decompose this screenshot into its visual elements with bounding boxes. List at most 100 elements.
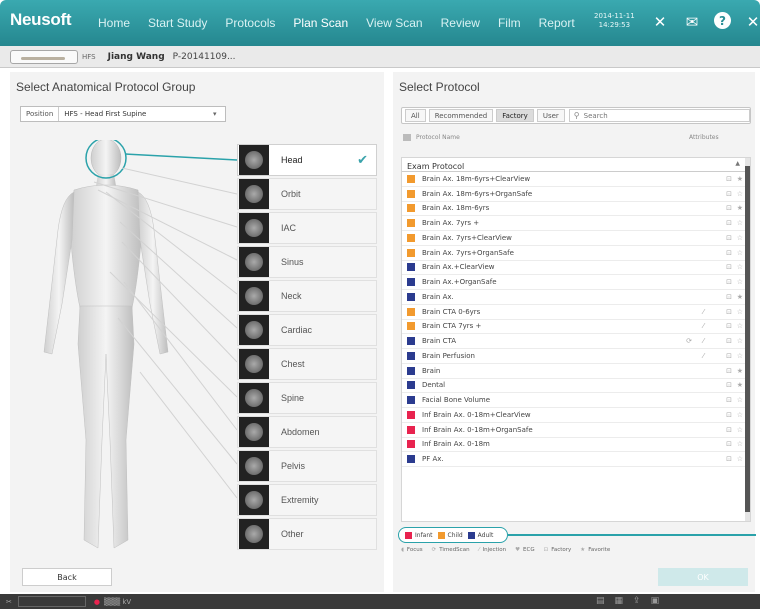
mail-icon[interactable]: ✉ xyxy=(682,12,702,32)
nav-protocols[interactable]: Protocols xyxy=(225,16,275,30)
favorite-star-icon[interactable]: ★ xyxy=(737,367,743,375)
favorite-star-icon[interactable]: ★ xyxy=(737,175,743,183)
protocol-row[interactable]: Inf Brain Ax. 0-18m ⊡ ☆ xyxy=(402,438,750,453)
protocol-row[interactable]: Inf Brain Ax. 0-18m+OrganSafe ⊡ ☆ xyxy=(402,423,750,438)
close-icon[interactable]: ✕ xyxy=(743,12,760,32)
favorite-star-icon[interactable]: ☆ xyxy=(737,337,743,345)
favorite-star-icon[interactable]: ☆ xyxy=(737,263,743,271)
protocol-row[interactable]: Facial Bone Volume ⊡ ☆ xyxy=(402,393,750,408)
favorite-star-icon[interactable]: ☆ xyxy=(737,308,743,316)
region-cardiac[interactable]: Cardiac xyxy=(237,314,377,346)
upload-icon[interactable]: ⇪ xyxy=(633,596,641,606)
protocol-row[interactable]: Brain CTA 0-6yrs ⁄ ⊡ ☆ xyxy=(402,305,750,320)
region-extremity[interactable]: Extremity xyxy=(237,484,377,516)
col-protocol-name: Protocol Name xyxy=(416,133,460,141)
protocol-row[interactable]: Inf Brain Ax. 0-18m+ClearView ⊡ ☆ xyxy=(402,408,750,423)
back-button[interactable]: Back xyxy=(22,568,112,586)
nav-report[interactable]: Report xyxy=(539,16,575,30)
favorite-star-icon[interactable]: ☆ xyxy=(737,322,743,330)
nav-start-study[interactable]: Start Study xyxy=(148,16,207,30)
favorite-star-icon[interactable]: ★ xyxy=(737,381,743,389)
nav-film[interactable]: Film xyxy=(498,16,521,30)
protocol-name: Brain Ax. 7yrs+ClearView xyxy=(422,233,512,242)
legend-swatch xyxy=(467,531,475,539)
protocol-row[interactable]: Brain Perfusion ⁄ ⊡ ☆ xyxy=(402,349,750,364)
scrollbar-thumb[interactable] xyxy=(745,166,750,512)
nav-review[interactable]: Review xyxy=(441,16,480,30)
date-text: 2014-11-11 xyxy=(594,12,635,20)
ecg-icon: ♥ xyxy=(515,547,521,553)
region-sinus[interactable]: Sinus xyxy=(237,246,377,278)
status-dropdown[interactable] xyxy=(17,596,86,607)
filter-tab-user[interactable]: User xyxy=(536,109,565,122)
region-pelvis[interactable]: Pelvis xyxy=(237,450,377,482)
protocol-row[interactable]: Brain Ax. 7yrs + ⊡ ☆ xyxy=(402,216,750,231)
patient-couch-icon[interactable] xyxy=(10,49,78,64)
favorite-star-icon[interactable]: ☆ xyxy=(737,190,743,198)
protocol-row[interactable]: PF Ax. ⊡ ☆ xyxy=(402,452,750,467)
ok-button[interactable]: OK xyxy=(658,568,748,586)
region-other[interactable]: Other xyxy=(237,518,377,550)
protocol-row[interactable]: Brain Ax. 7yrs+ClearView ⊡ ☆ xyxy=(402,231,750,246)
wrench-icon[interactable]: ✂ xyxy=(6,598,12,606)
search-box[interactable]: ⚲ xyxy=(568,109,750,122)
favorite-star-icon[interactable]: ☆ xyxy=(737,396,743,404)
region-spine[interactable]: Spine xyxy=(237,382,377,414)
legend-label: Adult xyxy=(477,531,494,539)
protocol-name: PF Ax. xyxy=(422,455,444,464)
region-chest[interactable]: Chest xyxy=(237,348,377,380)
favorite-star-icon[interactable]: ☆ xyxy=(737,278,743,286)
filter-tab-factory[interactable]: Factory xyxy=(496,109,534,122)
save-icon[interactable]: ▦ xyxy=(615,596,624,606)
collapse-icon[interactable]: ▲ xyxy=(735,160,740,167)
filter-tab-all[interactable]: All xyxy=(405,109,426,122)
favorite-star-icon[interactable]: ☆ xyxy=(737,249,743,257)
nav-home[interactable]: Home xyxy=(98,16,130,30)
protocol-group-header[interactable]: Exam Protocol ▲ xyxy=(402,158,750,172)
lock-icon: ⊡ xyxy=(726,248,732,257)
nav-view-scan[interactable]: View Scan xyxy=(366,16,422,30)
region-head[interactable]: Head ✔ xyxy=(237,144,377,176)
favorite-star-icon[interactable]: ☆ xyxy=(737,411,743,419)
search-input[interactable] xyxy=(583,111,744,120)
protocol-row[interactable]: Brain Ax. 18m-6yrs+OrganSafe ⊡ ☆ xyxy=(402,187,750,202)
region-orbit[interactable]: Orbit xyxy=(237,178,377,210)
protocol-row[interactable]: Brain Ax. 18m-6yrs+ClearView ⊡ ★ xyxy=(402,172,750,187)
protocol-row[interactable]: Brain Ax. 7yrs+OrganSafe ⊡ ☆ xyxy=(402,246,750,261)
print-icon[interactable]: ▤ xyxy=(596,596,605,606)
favorite-star-icon[interactable]: ☆ xyxy=(737,352,743,360)
nav-plan-scan[interactable]: Plan Scan xyxy=(293,16,348,30)
protocol-row[interactable]: Brain Ax. 18m-6yrs ⊡ ★ xyxy=(402,202,750,217)
select-all-checkbox[interactable] xyxy=(403,133,411,141)
protocol-row[interactable]: Brain Ax. ⊡ ★ xyxy=(402,290,750,305)
favorite-star-icon[interactable]: ☆ xyxy=(737,234,743,242)
protocol-name: Brain CTA 0-6yrs xyxy=(422,307,481,316)
protocol-name: Facial Bone Volume xyxy=(422,396,491,405)
favorite-star-icon[interactable]: ☆ xyxy=(737,219,743,227)
favorite-star-icon[interactable]: ★ xyxy=(737,204,743,212)
region-label: Cardiac xyxy=(281,325,313,335)
attribute-favorite: ★ Favorite xyxy=(580,547,610,553)
region-neck[interactable]: Neck xyxy=(237,280,377,312)
help-icon[interactable]: ? xyxy=(714,12,731,29)
star-icon: ★ xyxy=(580,547,586,553)
favorite-star-icon[interactable]: ★ xyxy=(737,293,743,301)
protocol-row[interactable]: Brain ⊡ ★ xyxy=(402,364,750,379)
tools-icon[interactable]: ✕ xyxy=(650,12,670,32)
protocol-row[interactable]: Dental ⊡ ★ xyxy=(402,379,750,394)
list-scrollbar[interactable] xyxy=(745,158,750,521)
protocol-row[interactable]: Brain CTA 7yrs + ⁄ ⊡ ☆ xyxy=(402,320,750,335)
protocol-row[interactable]: Brain CTA ⟳ ⁄ ⊡ ☆ xyxy=(402,334,750,349)
protocol-row[interactable]: Brain Ax.+ClearView ⊡ ☆ xyxy=(402,261,750,276)
attribute-label: Favorite xyxy=(588,547,611,553)
favorite-star-icon[interactable]: ☆ xyxy=(737,455,743,463)
region-iac[interactable]: IAC xyxy=(237,212,377,244)
favorite-star-icon[interactable]: ☆ xyxy=(737,426,743,434)
region-abdomen[interactable]: Abdomen xyxy=(237,416,377,448)
patient-name: Jiang Wang xyxy=(107,51,165,62)
filter-tab-recommended[interactable]: Recommended xyxy=(428,109,494,122)
favorite-star-icon[interactable]: ☆ xyxy=(737,440,743,448)
disk-icon[interactable]: ▣ xyxy=(651,596,660,606)
protocol-row[interactable]: Brain Ax.+OrganSafe ⊡ ☆ xyxy=(402,275,750,290)
lock-icon: ⊡ xyxy=(726,381,732,390)
